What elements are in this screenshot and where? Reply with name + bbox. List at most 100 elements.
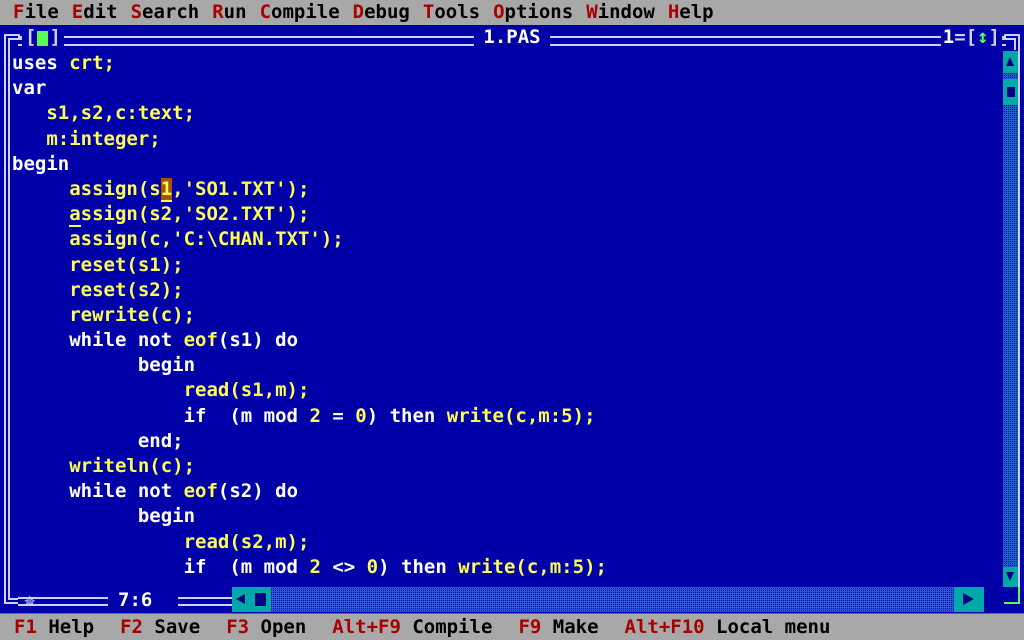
menu-item-debug[interactable]: Debug — [353, 0, 410, 25]
menu-item-label: un — [223, 1, 247, 23]
code-line[interactable]: if (m mod 2 = 0) then write(c,m:5); — [12, 404, 1000, 429]
code-line[interactable]: begin — [12, 353, 1000, 378]
resize-corner-icon[interactable]: ✵ — [24, 591, 35, 610]
status-key-make[interactable]: F9 Make — [518, 614, 598, 640]
code-token: do — [275, 480, 299, 503]
resize-arrows-icon: ↕ — [977, 26, 989, 48]
status-action-label: Make — [541, 616, 599, 638]
code-line[interactable]: m:integer; — [12, 127, 1000, 152]
code-token: <> — [320, 555, 367, 578]
code-line[interactable]: begin — [12, 504, 1000, 529]
menu-item-label: ile — [24, 1, 59, 23]
menu-item-help[interactable]: Help — [668, 0, 714, 25]
status-bar: F1 Help F2 Save F3 Open Alt+F9 Compile F9 Ma… — [0, 613, 1024, 640]
code-line[interactable]: uses crt; — [12, 51, 1000, 76]
menu-hotkey-letter: T — [422, 1, 435, 23]
code-line[interactable]: reset(s2); — [12, 278, 1000, 303]
status-key-open[interactable]: F3 Open — [226, 614, 306, 640]
turbo-pascal-ide-screen: File Edit Search Run Compile Debug Tools Option… — [0, 0, 1024, 640]
menu-item-options[interactable]: Options — [493, 0, 573, 25]
code-token: s1,s2,c:text; — [46, 102, 196, 125]
menu-item-label: ptions — [504, 1, 574, 23]
menu-item-compile[interactable]: Compile — [260, 0, 340, 25]
menu-item-run[interactable]: Run — [212, 0, 246, 25]
zoom-bracket-left: =[ — [954, 26, 978, 48]
vertical-scrollbar[interactable] — [1003, 51, 1018, 587]
horizontal-scrollbar-thumb[interactable] — [249, 587, 271, 612]
code-line[interactable]: end; — [12, 429, 1000, 454]
vertical-scrollbar-track[interactable] — [1003, 51, 1018, 587]
code-token: write(c,m:5); — [446, 404, 596, 427]
code-line[interactable]: writeln(c); — [12, 454, 1000, 479]
code-line[interactable]: read(s2,m); — [12, 530, 1000, 555]
menu-hotkey-letter: H — [667, 1, 680, 23]
code-line[interactable]: s1,s2,c:text; — [12, 101, 1000, 126]
code-line[interactable]: assign(c,'C:\CHAN.TXT'); — [12, 227, 1000, 252]
status-key-help[interactable]: F1 Help — [14, 614, 94, 640]
code-token: var — [12, 77, 47, 100]
status-action-label: Local menu — [704, 616, 831, 638]
menu-item-window[interactable]: Window — [586, 0, 655, 25]
menu-item-edit[interactable]: Edit — [72, 0, 118, 25]
window-resize-grip[interactable] — [1004, 587, 1020, 604]
code-token: write(c,m:5); — [458, 555, 607, 578]
scroll-right-arrow-icon[interactable] — [954, 587, 984, 612]
code-token: eof — [183, 329, 218, 352]
code-token: begin — [12, 152, 70, 175]
horizontal-scrollbar-track[interactable] — [232, 587, 984, 612]
function-key-label: F3 — [226, 616, 250, 638]
code-token: (s1) — [217, 329, 276, 352]
vertical-scrollbar-thumb[interactable] — [1003, 79, 1018, 105]
code-token: 2 — [309, 404, 321, 427]
code-line[interactable]: while not eof(s2) do — [12, 479, 1000, 504]
horizontal-scrollbar[interactable] — [232, 587, 984, 612]
function-key-label: Alt+F9 — [332, 616, 401, 638]
menu-item-file[interactable]: File — [13, 0, 59, 25]
status-key-save[interactable]: F2 Save — [120, 614, 200, 640]
code-line[interactable]: rewrite(c); — [12, 303, 1000, 328]
menu-hotkey-letter: E — [71, 1, 84, 23]
menu-hotkey-letter: F — [13, 1, 25, 23]
window-title-bar[interactable]: [] 1.PAS 1=[↕] — [0, 25, 1024, 50]
code-token: (s1,m); — [229, 379, 310, 402]
menu-hotkey-letter: R — [212, 1, 224, 23]
zoom-button[interactable]: 1=[↕] — [940, 25, 1002, 50]
code-token: (s2,m); — [229, 530, 310, 553]
code-line[interactable]: reset(s1); — [12, 253, 1000, 278]
code-line[interactable]: assign(s1,'SO1.TXT'); — [12, 177, 1000, 202]
menu-item-tools[interactable]: Tools — [423, 0, 480, 25]
code-line[interactable]: if (m mod 2 <> 0) then write(c,m:5); — [12, 555, 1000, 580]
scroll-up-arrow-icon[interactable] — [1003, 51, 1018, 73]
scroll-down-arrow-icon[interactable] — [1003, 567, 1018, 587]
code-token: 0 — [366, 555, 379, 578]
scroll-left-arrow-icon[interactable] — [232, 587, 249, 612]
status-key-compile[interactable]: Alt+F9 Compile — [332, 614, 492, 640]
code-line[interactable]: var — [12, 76, 1000, 101]
menu-bar: File Edit Search Run Compile Debug Tools Option… — [0, 0, 1024, 25]
code-token: while not — [69, 480, 184, 503]
code-token: begin — [137, 505, 196, 528]
code-token: ) — [378, 555, 402, 578]
code-editor-text-area[interactable]: uses crt; var s1,s2,c:text; m:integer; beg… — [12, 51, 1000, 587]
code-token: if (m — [183, 404, 264, 427]
code-token: then — [389, 404, 436, 427]
code-line[interactable]: assign(s2,'SO2.TXT'); — [12, 202, 1000, 228]
code-token: while not — [69, 329, 184, 352]
code-line[interactable]: begin — [12, 152, 1000, 177]
code-token: mod — [263, 404, 298, 427]
status-key-local-menu[interactable]: Alt+F10 Local menu — [625, 614, 831, 640]
code-line[interactable]: read(s1,m); — [12, 378, 1000, 403]
menu-item-search[interactable]: Search — [131, 0, 200, 25]
code-line[interactable]: while not eof(s1) do — [12, 328, 1000, 353]
code-token: 0 — [355, 404, 367, 427]
code-token: assign(c,'C:\CHAN.TXT'); — [12, 228, 344, 251]
